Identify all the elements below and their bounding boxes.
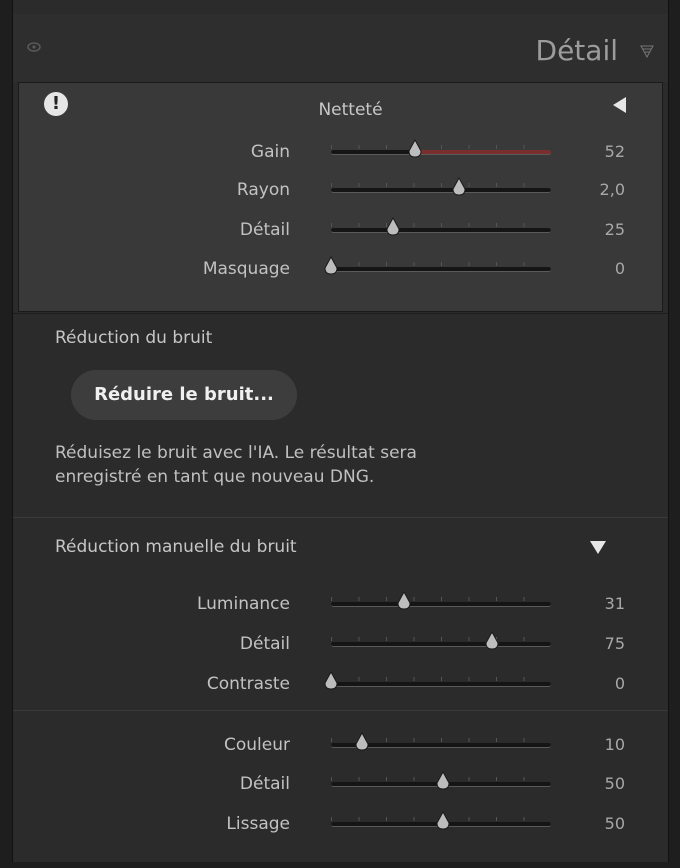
panel-top-edge <box>13 0 668 15</box>
slider-track[interactable] <box>331 591 551 610</box>
slider-value[interactable]: 2,0 <box>600 180 625 199</box>
slider-thumb[interactable] <box>484 631 500 651</box>
panel-header[interactable]: Détail <box>13 14 668 82</box>
slider-thumb[interactable] <box>385 217 401 237</box>
slider-ticks <box>331 677 551 681</box>
slider-value[interactable]: 0 <box>615 674 625 693</box>
slider-track[interactable] <box>324 256 551 275</box>
slider-value[interactable]: 50 <box>605 814 625 833</box>
slider-track[interactable] <box>331 631 551 650</box>
slider-ticks <box>331 597 551 601</box>
collapse-left-icon[interactable] <box>613 97 626 113</box>
slider-row-rayon: Rayon 2,0 <box>13 177 668 204</box>
slider-track[interactable] <box>331 217 551 236</box>
slider-track[interactable] <box>331 811 551 830</box>
noise-description: Réduisez le bruit avec l'IA. Le résultat… <box>55 441 555 489</box>
slider-row-masquage: Masquage 0 <box>13 256 668 283</box>
slider-track[interactable] <box>324 671 551 690</box>
panel-title: Détail <box>535 34 618 67</box>
slider-label: Couleur <box>224 735 290 755</box>
slider-label: Détail <box>239 634 290 654</box>
slider-ticks <box>331 262 551 266</box>
slider-row-détail: Détail 75 <box>13 631 668 658</box>
slider-ticks <box>331 145 551 149</box>
slider-thumb[interactable] <box>354 732 370 752</box>
slider-value[interactable]: 31 <box>605 594 625 613</box>
slider-label: Rayon <box>236 180 290 200</box>
slider-value[interactable]: 0 <box>615 259 625 278</box>
slider-value[interactable]: 50 <box>605 774 625 793</box>
section-divider <box>13 313 668 314</box>
sharpening-title: Netteté <box>318 100 383 120</box>
slider-ticks <box>331 223 551 227</box>
reduce-noise-button[interactable]: Réduire le bruit... <box>71 370 297 420</box>
slider-track[interactable] <box>331 139 551 158</box>
slider-ticks <box>331 637 551 641</box>
slider-ticks <box>331 183 551 187</box>
slider-track[interactable] <box>331 177 551 196</box>
slider-label: Gain <box>250 142 290 162</box>
slider-row-détail: Détail 25 <box>13 217 668 244</box>
slider-row-contraste: Contraste 0 <box>13 671 668 698</box>
slider-row-lissage: Lissage 50 <box>13 811 668 838</box>
noise-description-line: Réduisez le bruit avec l'IA. Le résultat… <box>55 443 417 463</box>
slider-thumb[interactable] <box>407 139 423 159</box>
slider-thumb[interactable] <box>451 177 467 197</box>
slider-label: Détail <box>239 774 290 794</box>
slider-label: Luminance <box>196 594 290 614</box>
slider-label: Contraste <box>206 674 290 694</box>
panel-menu-triangle-icon[interactable] <box>640 44 654 58</box>
eye-icon[interactable] <box>27 42 41 52</box>
detail-panel: Détail ! Netteté Gain 52 Rayon 2,0 Détail 25 M… <box>12 0 669 862</box>
slider-label: Détail <box>239 220 290 240</box>
slider-value[interactable]: 10 <box>605 735 625 754</box>
collapse-down-icon[interactable] <box>590 541 606 554</box>
slider-thumb[interactable] <box>323 256 339 276</box>
slider-track[interactable] <box>331 771 551 790</box>
noise-description-line: enregistré en tant que nouveau DNG. <box>55 467 375 487</box>
manual-noise-title: Réduction manuelle du bruit <box>55 537 297 557</box>
slider-value[interactable]: 75 <box>605 634 625 653</box>
slider-label: Lissage <box>226 814 290 834</box>
section-divider <box>13 710 668 711</box>
slider-value[interactable]: 25 <box>605 220 625 239</box>
slider-thumb[interactable] <box>323 671 339 691</box>
slider-row-couleur: Couleur 10 <box>13 732 668 759</box>
slider-value[interactable]: 52 <box>605 142 625 161</box>
section-divider <box>13 517 668 518</box>
slider-thumb[interactable] <box>435 771 451 791</box>
slider-row-gain: Gain 52 <box>13 139 668 166</box>
slider-thumb[interactable] <box>396 591 412 611</box>
slider-row-détail: Détail 50 <box>13 771 668 798</box>
slider-track[interactable] <box>331 732 551 751</box>
slider-label: Masquage <box>202 259 290 279</box>
noise-reduction-title: Réduction du bruit <box>55 328 213 348</box>
slider-thumb[interactable] <box>435 811 451 831</box>
slider-row-luminance: Luminance 31 <box>13 591 668 618</box>
